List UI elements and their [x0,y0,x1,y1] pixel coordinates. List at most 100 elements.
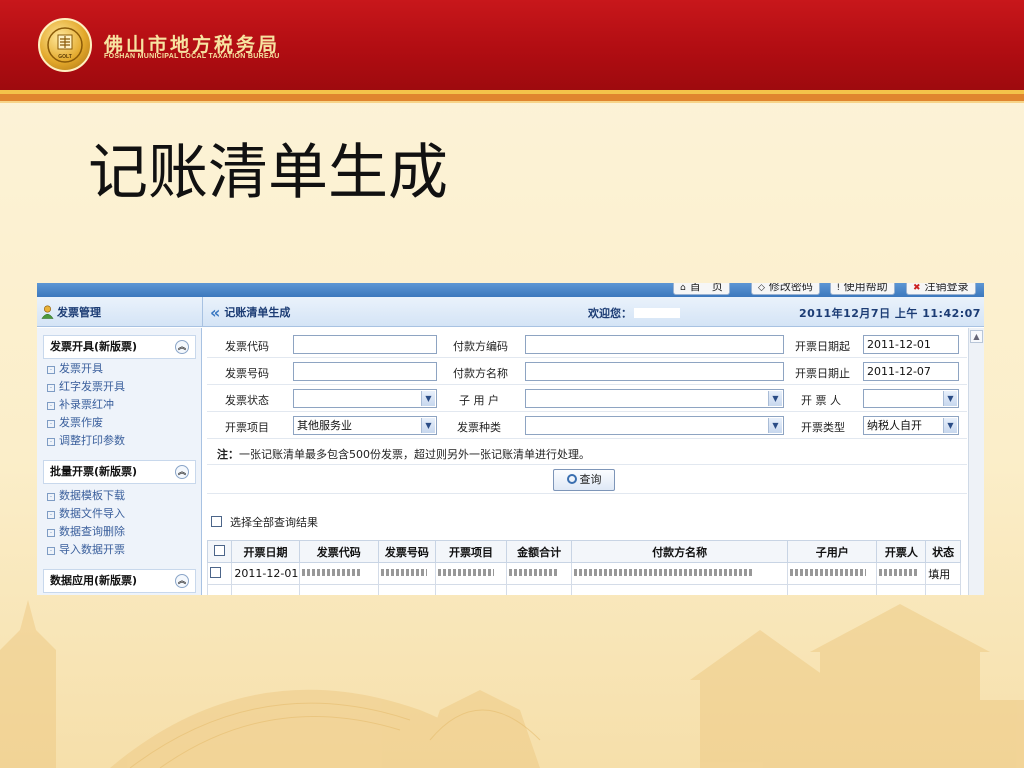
sidebar-item-label: 发票开具 [59,362,103,375]
sidebar-item-label: 调整打印参数 [59,434,125,447]
sidebar-item-query-delete[interactable]: · 数据查询删除 [47,524,125,540]
decorative-skyline [0,600,1024,768]
table-header-row: 开票日期 发票代码 发票号码 开票项目 金额合计 付款方名称 子用户 开票人 状… [206,540,961,563]
chevron-down-icon[interactable]: ▼ [421,391,435,406]
invoice-type-select[interactable]: 纳税人自开 ▼ [863,416,959,435]
amount-cell [506,562,573,585]
vertical-scrollbar[interactable]: ▲ [968,328,984,595]
redacted-value [301,569,362,576]
section-title: 批量开票(新版票) [50,465,138,478]
sidebar-section-data-apps[interactable]: 数据应用(新版票) ︽ [43,569,196,593]
query-label: 查询 [579,473,602,486]
invoice-status-select[interactable]: ▼ [293,389,437,408]
column-header[interactable]: 开票日期 [231,540,300,563]
banner-stripe [0,101,1024,103]
sidebar-item-label: 补录票红冲 [59,398,114,411]
payer-code-input[interactable] [525,335,784,354]
collapse-icon[interactable]: ︽ [175,340,189,354]
query-button[interactable]: 查询 [553,469,615,491]
invoice-no-label: 发票号码 [225,367,269,380]
page-breadcrumb: « 记账清单生成 [210,303,290,322]
home-icon: ⌂ [680,283,686,293]
sidebar-item-import-issue[interactable]: · 导入数据开票 [47,542,125,558]
module-label: 发票管理 [57,306,101,319]
sidebar-item-label: 数据文件导入 [59,507,125,520]
user-icon [41,305,54,319]
module-title: 发票管理 [41,304,101,320]
payer-code-label: 付款方编码 [453,340,508,353]
current-datetime: 2011年12月7日 上午 11:42:07 [799,307,981,320]
issuer-select[interactable]: ▼ [863,389,959,408]
redacted-value [437,569,494,576]
invoice-no-input[interactable] [293,362,437,381]
expand-box-icon: · [47,511,55,519]
sidebar-item-print-settings[interactable]: · 调整打印参数 [47,433,125,449]
sidebar-item-supplement-red[interactable]: · 补录票红冲 [47,397,114,413]
sidebar-item-template-download[interactable]: · 数据模板下载 [47,488,125,504]
collapse-icon[interactable]: ︽ [175,465,189,479]
row-checkbox[interactable] [210,567,221,578]
logout-label: 注销登录 [924,283,969,293]
welcome-text: 欢迎您： [588,305,680,321]
sidebar-item-file-import[interactable]: · 数据文件导入 [47,506,125,522]
chevron-down-icon[interactable]: ▼ [768,418,782,433]
sidebar-section-invoice-issue[interactable]: 发票开具(新版票) ︽ [43,335,196,359]
section-title: 发票开具(新版票) [50,340,138,353]
date-cell: 2011-12-01 [231,562,300,585]
home-button[interactable]: ⌂ 首 页 [673,283,730,295]
welcome-label: 欢迎您： [588,307,632,320]
emblem-icon: GOLT [47,27,83,63]
sidebar-section-batch-issue[interactable]: 批量开票(新版票) ︽ [43,460,196,484]
chevron-down-icon[interactable]: ▼ [768,391,782,406]
help-label: 使用帮助 [843,283,888,293]
status-cell: 填用 [925,562,961,585]
select-all-label: 选择全部查询结果 [230,516,318,529]
header-checkbox[interactable] [214,545,226,556]
column-header[interactable]: 发票代码 [298,540,379,563]
collapse-icon[interactable]: ︽ [175,574,189,588]
chevron-down-icon[interactable]: ▼ [421,418,435,433]
sub-user-select[interactable]: ▼ [525,389,784,408]
form-row: 开票项目 其他服务业 ▼ 发票种类 ▼ 开票类型 纳税人自开 ▼ [207,413,967,439]
column-header[interactable]: 发票号码 [377,540,436,563]
invoice-type-value: 纳税人自开 [867,419,922,432]
select-all-results[interactable]: 选择全部查询结果 [211,514,318,530]
header-checkbox-cell[interactable] [206,540,233,563]
column-header[interactable]: 状态 [925,540,961,563]
sidebar-item-issue-invoice[interactable]: · 发票开具 [47,361,103,377]
item-value: 其他服务业 [297,419,352,432]
sidebar-item-label: 发票作废 [59,416,103,429]
chevron-down-icon[interactable]: ▼ [943,418,957,433]
row-checkbox-cell[interactable] [206,562,233,585]
sidebar-item-label: 数据模板下载 [59,489,125,502]
column-header[interactable]: 开票项目 [434,540,508,563]
section-title: 数据应用(新版票) [50,574,138,587]
scroll-up-icon[interactable]: ▲ [970,330,983,343]
help-button[interactable]: ǃ 使用帮助 [830,283,895,295]
banner-stripe [0,94,1024,101]
form-row: 发票状态 ▼ 子 用 户 ▼ 开 票 人 ▼ [207,386,967,412]
chevron-down-icon[interactable]: ▼ [943,391,957,406]
sidebar-item-void-invoice[interactable]: · 发票作废 [47,415,103,431]
column-header[interactable]: 子用户 [786,540,878,563]
column-header[interactable]: 金额合计 [506,540,573,563]
date-to-input[interactable]: 2011-12-07 [863,362,959,381]
double-chevron-left-icon[interactable]: « [210,303,220,322]
payer-name-input[interactable] [525,362,784,381]
change-password-button[interactable]: ◇ 修改密码 [751,283,820,295]
select-all-checkbox[interactable] [211,516,222,527]
invoice-code-input[interactable] [293,335,437,354]
invoice-kind-select[interactable]: ▼ [525,416,784,435]
item-select[interactable]: 其他服务业 ▼ [293,416,437,435]
date-from-input[interactable]: 2011-12-01 [863,335,959,354]
table-row[interactable]: 2011-12-01 填用 [206,562,961,585]
sidebar-item-red-invoice[interactable]: · 红字发票开具 [47,379,125,395]
expand-box-icon: · [47,366,55,374]
logout-button[interactable]: ✖ 注销登录 [906,283,976,295]
redacted-value [380,569,427,576]
column-header[interactable]: 付款方名称 [571,540,788,563]
form-row: 发票代码 付款方编码 开票日期起 2011-12-01 [207,332,967,358]
note-body: 一张记账清单最多包含500份发票，超过则另外一张记账清单进行处理。 [239,448,590,461]
home-label: 首 页 [689,283,723,293]
column-header[interactable]: 开票人 [876,540,927,563]
